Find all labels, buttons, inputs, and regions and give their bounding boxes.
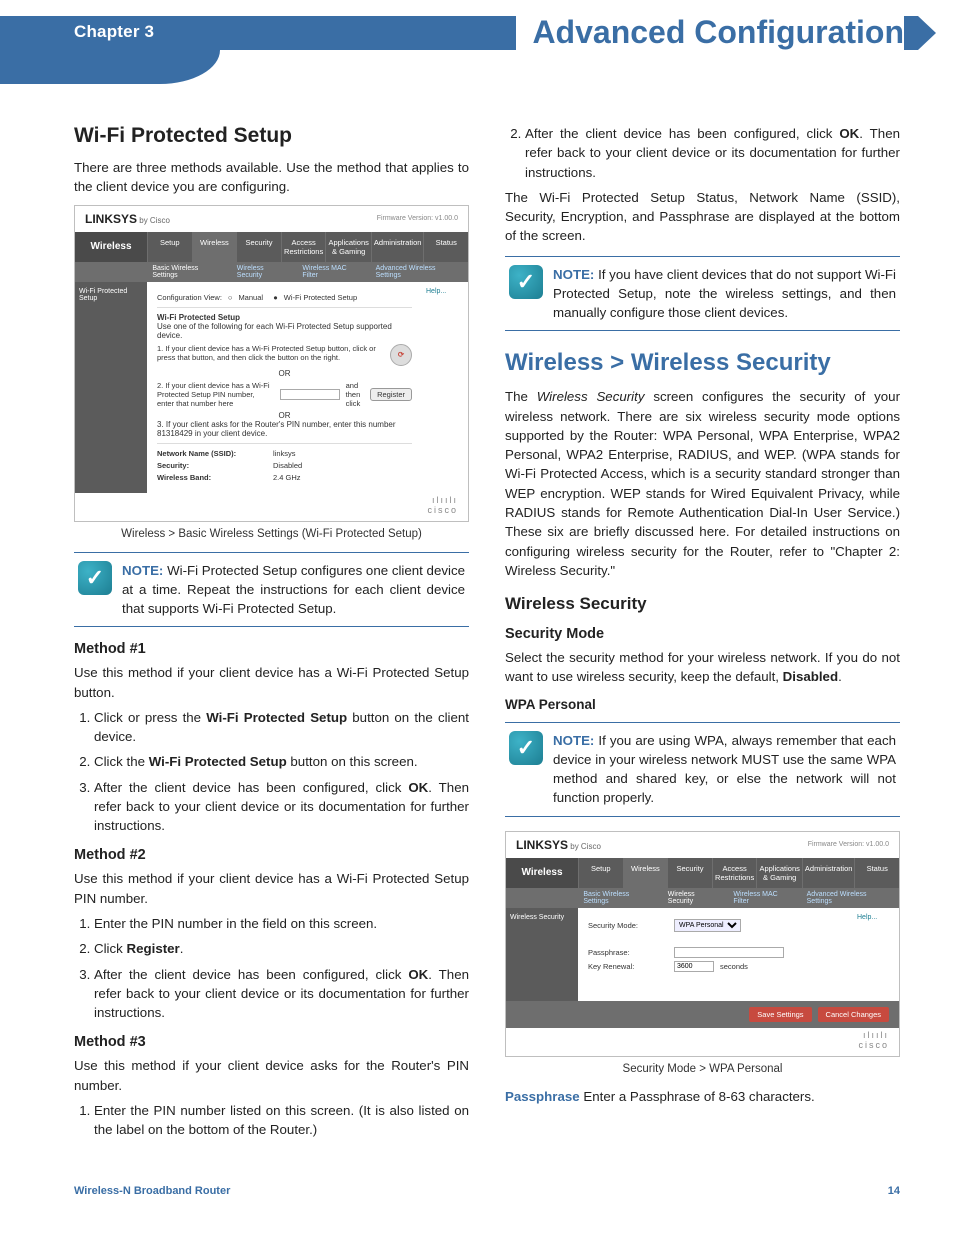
wps-icon: ⟳ xyxy=(390,344,412,366)
heading-method1: Method #1 xyxy=(74,641,469,657)
passphrase-line: Passphrase Enter a Passphrase of 8-63 ch… xyxy=(505,1087,900,1106)
method1-desc: Use this method if your client device ha… xyxy=(74,663,469,702)
page-footer: Wireless-N Broadband Router 14 xyxy=(0,1145,954,1197)
chapter-label: Chapter 3 xyxy=(74,22,154,42)
left-column: Wi-Fi Protected Setup There are three me… xyxy=(74,118,469,1145)
check-icon xyxy=(509,731,543,765)
heading-method3: Method #3 xyxy=(74,1034,469,1050)
method3-desc: Use this method if your client device as… xyxy=(74,1056,469,1095)
wps-status-para: The Wi-Fi Protected Setup Status, Networ… xyxy=(505,188,900,246)
heading-security-mode: Security Mode xyxy=(505,626,900,642)
method3-steps: Enter the PIN number listed on this scre… xyxy=(74,1101,469,1140)
footer-product: Wireless-N Broadband Router xyxy=(74,1185,230,1197)
note-wpa-same-key: NOTE: If you are using WPA, always remem… xyxy=(505,722,900,817)
heading-wpa-personal: WPA Personal xyxy=(505,697,900,712)
method2-steps: Enter the PIN number in the field on thi… xyxy=(74,914,469,1022)
heading-method2: Method #2 xyxy=(74,847,469,863)
footer-page-number: 14 xyxy=(888,1185,900,1197)
note-manual-config: NOTE: If you have client devices that do… xyxy=(505,256,900,332)
method3-steps-cont: After the client device has been configu… xyxy=(505,124,900,182)
method1-steps: Click or press the Wi-Fi Protected Setup… xyxy=(74,708,469,836)
figure-wpa-screenshot: LINKSYS by Cisco Firmware Version: v1.00… xyxy=(505,831,900,1057)
figure1-caption: Wireless > Basic Wireless Settings (Wi-F… xyxy=(74,528,469,540)
right-column: After the client device has been configu… xyxy=(505,118,900,1145)
figure-wps-screenshot: LINKSYS by Cisco Firmware Version: v1.00… xyxy=(74,205,469,522)
check-icon xyxy=(509,265,543,299)
page-title: Advanced Configuration xyxy=(516,14,904,51)
method2-desc: Use this method if your client device ha… xyxy=(74,869,469,908)
wireless-security-desc: The Wireless Security screen configures … xyxy=(505,387,900,580)
note-wps-one-device: NOTE: Wi-Fi Protected Setup configures o… xyxy=(74,552,469,628)
security-mode-desc: Select the security method for your wire… xyxy=(505,648,900,687)
heading-wireless-security: Wireless Security xyxy=(505,594,900,614)
wps-intro: There are three methods available. Use t… xyxy=(74,158,469,197)
heading-wps: Wi-Fi Protected Setup xyxy=(74,124,469,148)
check-icon xyxy=(78,561,112,595)
page-header: Chapter 3 Advanced Configuration xyxy=(0,0,954,60)
figure2-caption: Security Mode > WPA Personal xyxy=(505,1063,900,1075)
heading-wireless-security-page: Wireless > Wireless Security xyxy=(505,349,900,377)
